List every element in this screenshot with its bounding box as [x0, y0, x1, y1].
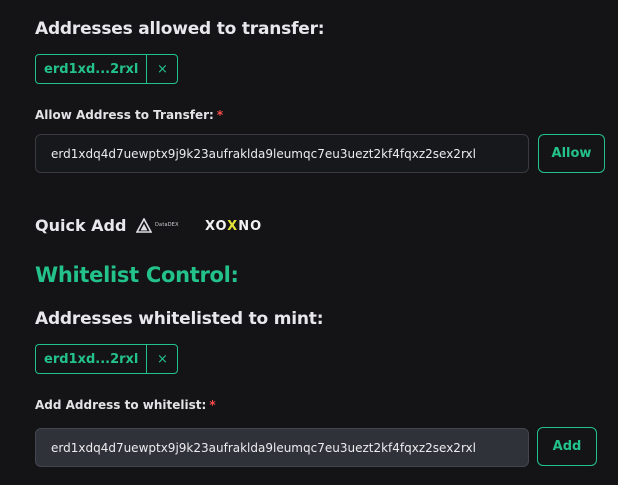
transfer-input-label-text: Allow Address to Transfer:	[35, 108, 214, 122]
whitelist-chip-remove-button[interactable]: ×	[146, 345, 177, 373]
quick-add-label: Quick Add	[35, 216, 127, 235]
whitelist-address-chip: erd1xd...2rxl ×	[35, 344, 179, 374]
transfer-chip-remove-button[interactable]: ×	[146, 55, 177, 83]
transfer-chip-label: erd1xd...2rxl	[44, 61, 139, 77]
whitelist-input-label: Add Address to whitelist: *	[35, 398, 216, 412]
datadex-quick-add-button[interactable]: DataDEX	[136, 216, 179, 234]
close-icon: ×	[156, 61, 168, 77]
transfer-input-label: Allow Address to Transfer: *	[35, 108, 223, 122]
required-mark: *	[209, 398, 216, 412]
close-icon: ×	[156, 351, 168, 367]
transfer-address-input[interactable]	[35, 134, 529, 173]
whitelist-control-title: Whitelist Control:	[35, 263, 239, 287]
xoxno-logo-icon: XOXNO	[205, 218, 263, 234]
add-button[interactable]: Add	[537, 427, 597, 466]
allow-button[interactable]: Allow	[538, 134, 605, 173]
whitelist-section-heading: Addresses whitelisted to mint:	[35, 309, 324, 329]
datadex-logo-text: DataDEX	[155, 222, 179, 228]
transfer-address-chip: erd1xd...2rxl ×	[35, 54, 179, 84]
transfer-section-heading: Addresses allowed to transfer:	[35, 19, 325, 39]
required-mark: *	[216, 108, 224, 122]
whitelist-input-label-text: Add Address to whitelist:	[35, 398, 207, 412]
xoxno-quick-add-button[interactable]: XOXNO	[205, 217, 262, 235]
datadex-logo-icon	[136, 217, 152, 233]
whitelist-address-input[interactable]	[35, 428, 529, 467]
whitelist-chip-label: erd1xd...2rxl	[44, 351, 139, 367]
